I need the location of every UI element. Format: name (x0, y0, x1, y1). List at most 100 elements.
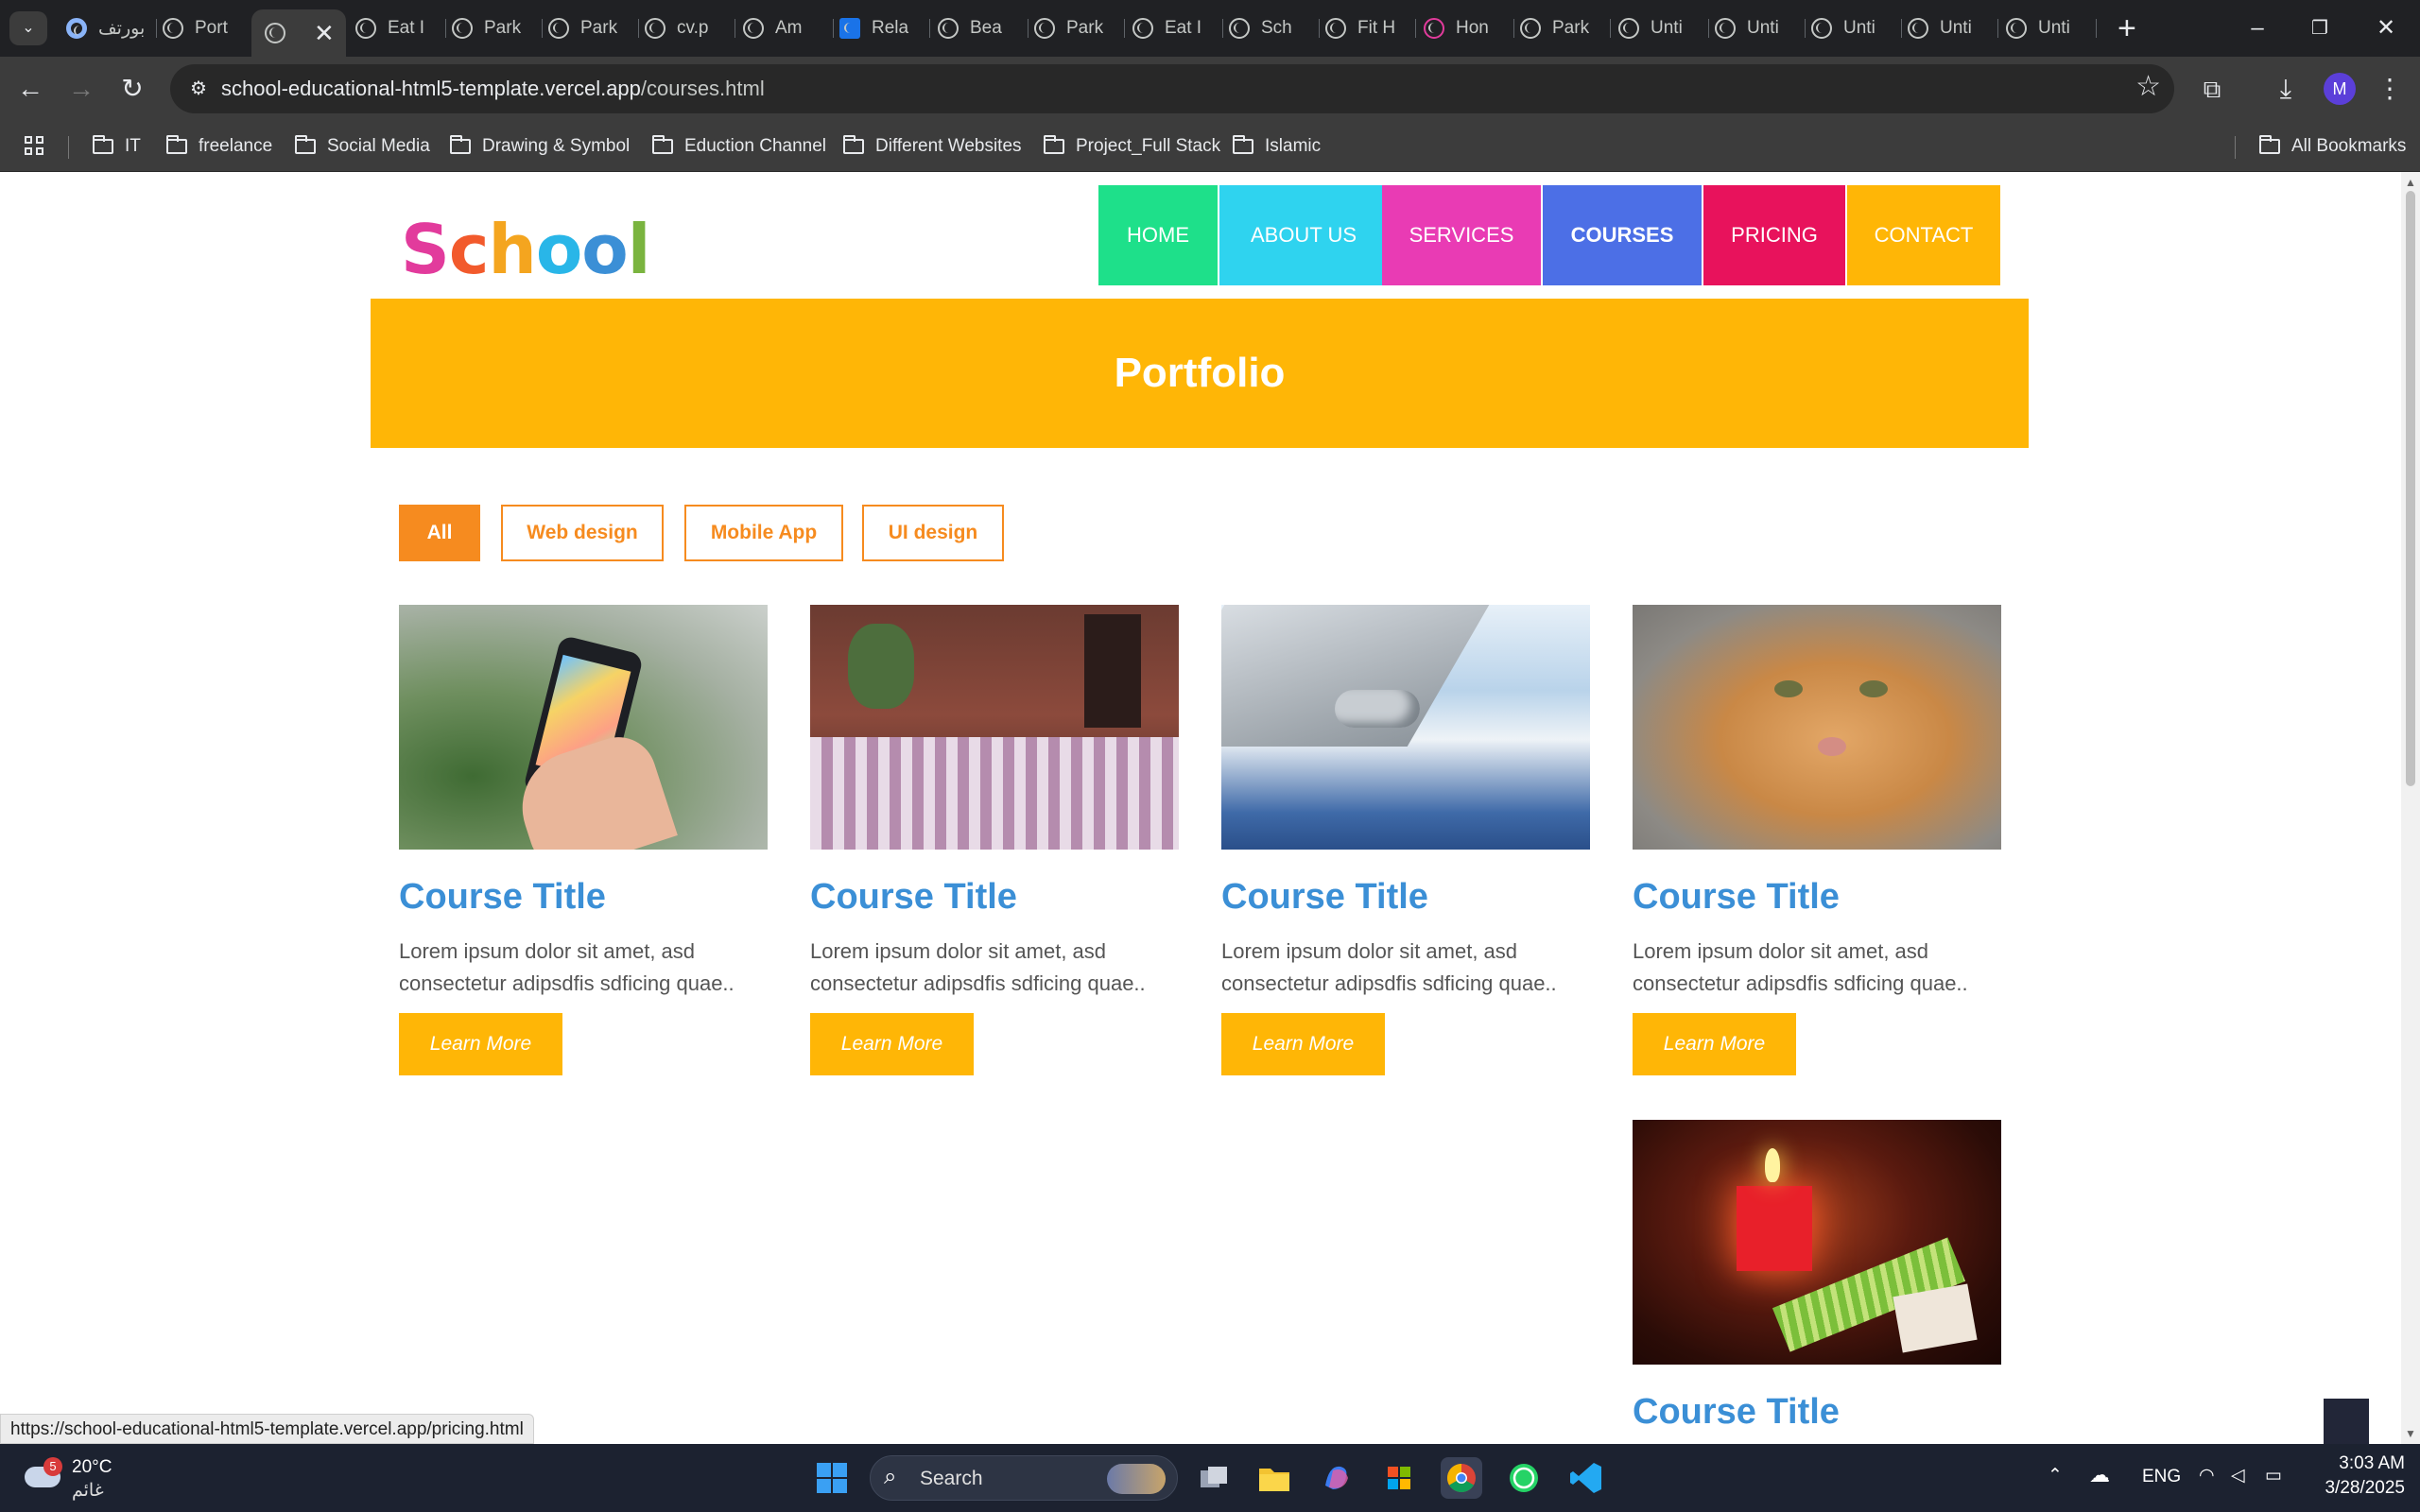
course-title[interactable]: Course Title (399, 877, 606, 918)
course-title[interactable]: Course Title (1221, 877, 1428, 918)
bookmark-star-icon[interactable]: ☆ (2135, 70, 2161, 103)
filter-ui-design[interactable]: UI design (862, 505, 1004, 561)
browser-tab[interactable]: Eat I (355, 9, 446, 47)
browser-tab[interactable]: Fit H (1325, 9, 1416, 47)
bookmark-folder[interactable]: Drawing & Symbol (450, 121, 630, 172)
candle-photo[interactable] (1633, 1120, 2001, 1365)
profile-avatar[interactable]: M (2324, 73, 2356, 105)
cafe-photo[interactable] (810, 605, 1179, 850)
copilot-icon[interactable] (1316, 1457, 1357, 1499)
clock-time[interactable]: 3:03 AM (2307, 1453, 2405, 1474)
back-to-top-button[interactable] (2324, 1399, 2369, 1444)
chrome-icon[interactable] (1441, 1457, 1482, 1499)
volume-icon[interactable]: ◁ (2231, 1465, 2245, 1486)
learn-more-button[interactable]: Learn More (1221, 1013, 1385, 1075)
bookmark-folder[interactable]: Different Websites (843, 121, 1022, 172)
back-icon[interactable]: ← (8, 66, 53, 112)
bookmark-folder[interactable]: Eduction Channel (652, 121, 826, 172)
browser-tab[interactable]: Unti (1618, 9, 1709, 47)
clock-date[interactable]: 3/28/2025 (2293, 1478, 2405, 1499)
folder-icon (2259, 135, 2280, 154)
file-explorer-icon[interactable] (1253, 1457, 1295, 1499)
browser-tab[interactable]: بورتف (66, 9, 157, 47)
download-icon[interactable]: ⤓ (2263, 66, 2308, 112)
microsoft-store-icon[interactable] (1378, 1457, 1420, 1499)
nav-home[interactable]: HOME (1098, 185, 1218, 285)
tab-search-dropdown-icon[interactable]: ⌄ (9, 11, 47, 45)
browser-tab[interactable]: Unti (1715, 9, 1806, 47)
forward-icon[interactable]: → (59, 66, 104, 112)
reload-icon[interactable]: ↻ (110, 66, 155, 112)
battery-icon[interactable]: ▭ (2265, 1465, 2282, 1486)
bookmark-folder[interactable]: Social Media (295, 121, 430, 172)
learn-more-button[interactable]: Learn More (810, 1013, 974, 1075)
vscode-icon[interactable] (1565, 1457, 1607, 1499)
site-info-icon[interactable]: ⚙ (185, 76, 212, 102)
browser-tab[interactable]: Park (1034, 9, 1125, 47)
browser-tab[interactable]: Port (163, 9, 253, 47)
close-window-icon[interactable]: ✕ (2358, 11, 2414, 45)
browser-tab[interactable]: Unti (1908, 9, 1998, 47)
learn-more-button[interactable]: Learn More (1633, 1013, 1796, 1075)
tab-title: Am (775, 18, 803, 38)
task-view-icon[interactable] (1193, 1457, 1235, 1499)
apps-grid-icon[interactable] (25, 136, 45, 157)
tab-separator (638, 19, 639, 38)
new-tab-button[interactable]: + (2118, 9, 2136, 47)
learn-more-button[interactable]: Learn More (399, 1013, 562, 1075)
course-title[interactable]: Course Title (1633, 877, 1840, 918)
browser-tab[interactable]: Unti (2006, 9, 2097, 47)
taskbar-search[interactable]: ⌕ Search (870, 1455, 1178, 1501)
browser-tab[interactable]: Rela (839, 9, 930, 47)
bookmark-folder[interactable]: Project_Full Stack (1044, 121, 1220, 172)
filter-web-design[interactable]: Web design (501, 505, 664, 561)
all-bookmarks-button[interactable]: All Bookmarks (2259, 121, 2406, 172)
close-tab-icon[interactable]: ✕ (314, 19, 335, 48)
browser-tab[interactable]: Park (548, 9, 639, 47)
address-bar[interactable]: ⚙ school-educational-html5-template.verc… (170, 64, 2174, 113)
site-logo[interactable]: School (401, 210, 650, 289)
tab-strip: ⌄ بورتف Port ✕ Eat I Park Park cv.p Am Rela Bea Pa… (0, 0, 2420, 57)
browser-tab[interactable]: cv.p (645, 9, 735, 47)
browser-tab[interactable]: Eat I (1132, 9, 1223, 47)
browser-tab[interactable]: Am (743, 9, 834, 47)
language-indicator[interactable]: ENG (2142, 1467, 2181, 1487)
onedrive-icon[interactable]: ☁ (2089, 1463, 2110, 1487)
scroll-down-icon[interactable]: ▼ (2405, 1427, 2416, 1440)
nav-pricing[interactable]: PRICING (1703, 185, 1845, 285)
wifi-icon[interactable]: ◠ (2199, 1465, 2215, 1486)
windows-start-icon[interactable] (811, 1457, 853, 1499)
extensions-icon[interactable]: ⧉ (2189, 66, 2235, 112)
airplane-wing-photo[interactable] (1221, 605, 1590, 850)
filter-mobile-app[interactable]: Mobile App (684, 505, 843, 561)
bookmark-folder[interactable]: freelance (166, 121, 272, 172)
nav-services[interactable]: SERVICES (1382, 185, 1541, 285)
browser-tab[interactable]: Bea (938, 9, 1028, 47)
browser-tab[interactable]: ✕ (251, 9, 346, 57)
course-title[interactable]: Course Title (1633, 1392, 1840, 1433)
minimize-window-icon[interactable]: – (2229, 11, 2286, 45)
bookmark-folder[interactable]: Islamic (1233, 121, 1321, 172)
browser-tab[interactable]: Park (452, 9, 543, 47)
browser-tab[interactable]: Sch (1229, 9, 1320, 47)
whatsapp-icon[interactable] (1503, 1457, 1545, 1499)
page-scrollbar[interactable]: ▲ ▼ (2401, 172, 2420, 1444)
browser-tab[interactable]: Unti (1811, 9, 1902, 47)
scroll-thumb[interactable] (2406, 191, 2415, 786)
nav-contact[interactable]: CONTACT (1847, 185, 2000, 285)
nav-courses[interactable]: COURSES (1543, 185, 1702, 285)
show-hidden-icons-icon[interactable]: ⌃ (2048, 1465, 2063, 1486)
more-menu-icon[interactable]: ⋮ (2367, 66, 2412, 112)
weather-widget[interactable]: 5 20°C غائم (25, 1453, 176, 1503)
course-title[interactable]: Course Title (810, 877, 1017, 918)
cat-photo[interactable] (1633, 605, 2001, 850)
scroll-up-icon[interactable]: ▲ (2405, 176, 2416, 189)
browser-tab[interactable]: Park (1520, 9, 1611, 47)
restore-window-icon[interactable]: ❐ (2291, 11, 2348, 45)
url-text[interactable]: school-educational-html5-template.vercel… (221, 64, 765, 113)
filter-all[interactable]: All (399, 505, 480, 561)
browser-tab[interactable]: Hon (1424, 9, 1514, 47)
bookmark-folder[interactable]: IT (93, 121, 141, 172)
smartphone-photo[interactable] (399, 605, 768, 850)
nav-about-us[interactable]: ABOUT US (1219, 185, 1388, 285)
